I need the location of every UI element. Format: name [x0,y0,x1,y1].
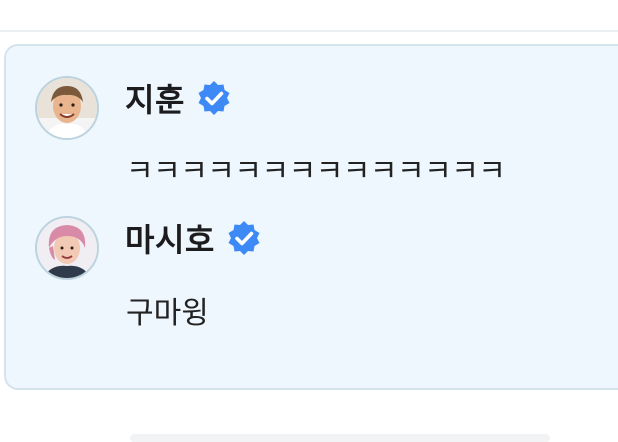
author-row: 지훈 [125,75,231,121]
author-name[interactable]: 지훈 [125,75,185,121]
author-name[interactable]: 마시호 [125,215,215,261]
top-divider [0,30,618,32]
comment-text: 구마윙 [126,296,209,331]
verified-badge-icon [198,81,230,115]
avatar[interactable] [35,76,99,140]
author-row: 마시호 [125,215,261,261]
avatar[interactable] [35,216,99,280]
comment-thread-card: 지훈 ㅋㅋㅋㅋㅋㅋㅋㅋㅋㅋㅋㅋㅋㅋ 마시호 구마윙 [4,44,618,390]
comment-text: ㅋㅋㅋㅋㅋㅋㅋㅋㅋㅋㅋㅋㅋㅋ [126,154,506,189]
verified-badge-icon [228,221,260,255]
